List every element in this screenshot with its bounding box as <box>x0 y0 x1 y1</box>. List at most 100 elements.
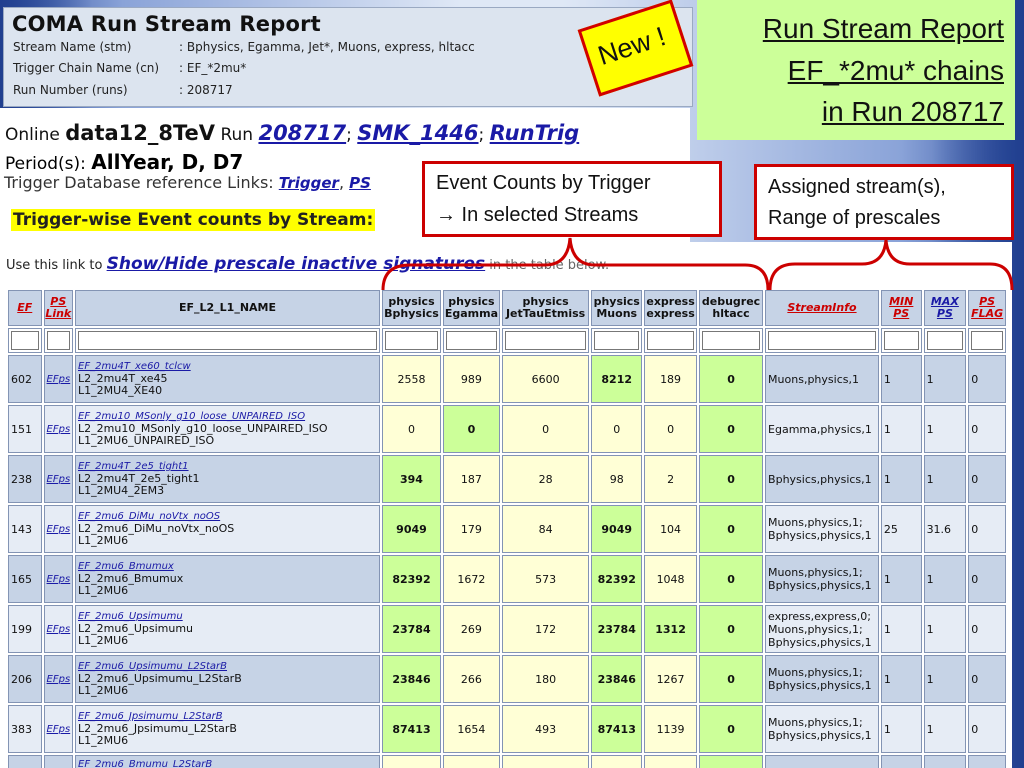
count-jet: 172 <box>501 605 590 653</box>
stream-info-entry: Muons,physics,1; <box>768 566 863 579</box>
stream-info: Muons,physics,1; Bphysics,physics,1 <box>765 705 879 753</box>
chain-name-cell: EF_2mu6_DiMu_noVtx_noOS L2_2mu6_DiMu_noVt… <box>75 505 381 553</box>
efps-link[interactable]: EFps <box>43 705 74 753</box>
efps-link[interactable] <box>43 755 74 768</box>
stream-info: express,express,0; Muons,physics,1; Bphysi… <box>765 605 879 653</box>
count-egamma: 0 <box>442 405 500 453</box>
ps-ref-link[interactable]: PS <box>349 174 371 192</box>
l1-item-name: L1_2MU6_UNPAIRED_ISO <box>78 434 215 447</box>
stream-info-entry: Muons,physics,1 <box>768 372 859 386</box>
col-pslink[interactable]: PS Link <box>43 290 74 326</box>
count-egamma: 1654 <box>442 705 500 753</box>
stream-info-entry: Bphysics,physics,1 <box>768 472 872 486</box>
col-ef[interactable]: EF <box>8 290 42 326</box>
count-bphys: 2558 <box>382 355 441 403</box>
col-hltacc: debugrec hltacc <box>699 290 764 326</box>
chain-id: 602 <box>8 355 42 403</box>
show-hide-link[interactable]: Show/Hide prescale inactive signatures <box>107 254 486 274</box>
filter-input[interactable] <box>504 331 587 350</box>
online-line: Online data12_8TeV Run 208717; SMK_1446;… <box>5 121 580 145</box>
chain-id: 238 <box>8 455 42 503</box>
ps-flag: 0 <box>968 655 1006 703</box>
callout-streams: Assigned stream(s), Range of prescales <box>754 164 1014 240</box>
filter-input[interactable] <box>768 331 876 350</box>
efps-link[interactable]: EFps <box>43 455 74 503</box>
runtrig-link[interactable]: RunTrig <box>490 121 580 145</box>
chain-name-cell: EF_2mu6_Bmumux L2_2mu6_Bmumux L1_2MU6 <box>75 555 381 603</box>
count-hltacc: 0 <box>699 655 764 703</box>
filter-input[interactable] <box>594 331 640 350</box>
meta-stream: Stream Name (stm): Bphysics, Egamma, Jet… <box>13 40 475 54</box>
min-ps <box>880 755 922 768</box>
stream-info: Bphysics,physics,1 <box>765 455 879 503</box>
filter-input[interactable] <box>46 331 71 350</box>
report-title: COMA Run Stream Report <box>12 12 321 36</box>
count-jet <box>501 755 590 768</box>
col-streaminfo[interactable]: StreamInfo <box>765 290 879 326</box>
col-maxps[interactable]: MAX PS <box>923 290 967 326</box>
max-ps: 1 <box>923 355 967 403</box>
filter-input[interactable] <box>11 331 39 350</box>
count-muons: 9049 <box>591 505 643 553</box>
col-name: EF_L2_L1_NAME <box>75 290 381 326</box>
count-bphys: 23846 <box>382 655 441 703</box>
stream-info: Muons,physics,1; Bphysics,physics,1 <box>765 655 879 703</box>
ef-chain-link[interactable]: EF_2mu6_Bmumu_L2StarB <box>78 759 377 768</box>
max-ps: 1 <box>923 605 967 653</box>
efps-link[interactable]: EFps <box>43 555 74 603</box>
table-row: 143 EFps EF_2mu6_DiMu_noVtx_noOS L2_2mu6_Di… <box>8 505 1006 553</box>
ps-flag: 0 <box>968 505 1006 553</box>
stream-info-entry: Muons,physics,1; <box>768 622 863 636</box>
filter-input[interactable] <box>883 331 919 350</box>
stream-info-entry: Bphysics,physics,1 <box>768 635 872 649</box>
count-muons: 98 <box>591 455 643 503</box>
efps-link[interactable]: EFps <box>43 405 74 453</box>
count-hltacc: 0 <box>699 705 764 753</box>
chain-id: 206 <box>8 655 42 703</box>
l1-item-name: L1_2MU6 <box>78 634 129 647</box>
filter-input[interactable] <box>702 331 761 350</box>
stream-info-entry: Bphysics,physics,1 <box>768 579 872 592</box>
smk-link[interactable]: SMK_1446 <box>357 121 478 145</box>
ps-flag: 0 <box>968 555 1006 603</box>
chain-id: 383 <box>8 705 42 753</box>
count-hltacc: 0 <box>699 405 764 453</box>
stream-info-entry: Muons,physics,1; <box>768 516 863 529</box>
slide-title-box: Run Stream Report EF_*2mu* chains in Run… <box>697 0 1015 140</box>
table-row: EF_2mu6_Bmumu_L2StarB <box>8 755 1006 768</box>
count-hltacc: 0 <box>699 505 764 553</box>
trigger-ref-link[interactable]: Trigger <box>279 174 339 192</box>
table-row: 238 EFps EF_2mu4T_2e5_tight1 L2_2mu4T_2e5_t… <box>8 455 1006 503</box>
count-muons: 23846 <box>591 655 643 703</box>
efps-link[interactable]: EFps <box>43 655 74 703</box>
max-ps: 31.6 <box>923 505 967 553</box>
filter-input[interactable] <box>971 331 1003 350</box>
filter-input[interactable] <box>647 331 694 350</box>
count-hltacc: 0 <box>699 455 764 503</box>
filter-input[interactable] <box>926 331 964 350</box>
new-badge-text: New ! <box>594 21 670 72</box>
filter-input[interactable] <box>445 331 497 350</box>
count-bphys: 0 <box>382 405 441 453</box>
chain-id <box>8 755 42 768</box>
col-minps[interactable]: MIN PS <box>880 290 922 326</box>
slide-title-line3: in Run 208717 <box>821 96 1004 127</box>
filter-input[interactable] <box>385 331 438 350</box>
efps-link[interactable]: EFps <box>43 605 74 653</box>
l1-item-name: L1_2MU4_XE40 <box>78 384 163 397</box>
count-jet: 0 <box>501 405 590 453</box>
min-ps: 1 <box>880 655 922 703</box>
min-ps: 1 <box>880 405 922 453</box>
stream-info-entry: Bphysics,physics,1 <box>768 529 872 542</box>
run-link[interactable]: 208717 <box>258 121 346 145</box>
max-ps: 1 <box>923 405 967 453</box>
stream-info-entry: Muons,physics,1; <box>768 716 863 729</box>
filter-input[interactable] <box>78 331 378 350</box>
efps-link[interactable]: EFps <box>43 505 74 553</box>
min-ps: 1 <box>880 705 922 753</box>
col-psflag[interactable]: PS FLAG <box>968 290 1006 326</box>
count-express: 189 <box>644 355 697 403</box>
stream-info: Muons,physics,1; Bphysics,physics,1 <box>765 555 879 603</box>
efps-link[interactable]: EFps <box>43 355 74 403</box>
stream-info: Muons,physics,1 <box>765 355 879 403</box>
